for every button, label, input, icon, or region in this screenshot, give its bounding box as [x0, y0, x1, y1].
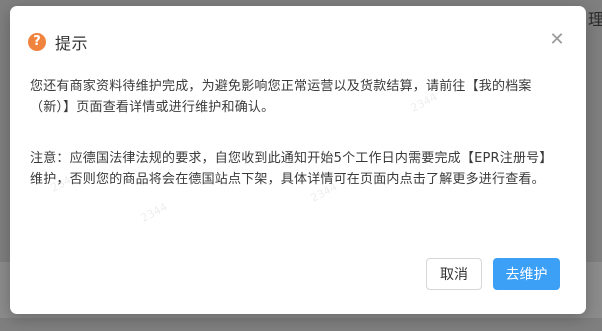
dialog-header: ? 提示	[28, 30, 88, 54]
close-icon[interactable]: ✕	[548, 31, 566, 49]
notice-paragraph-2: 注意：应德国法律法规的要求，自您收到此通知开始5个工作日内需要完成【EPR注册号…	[30, 151, 553, 187]
dialog-title: 提示	[55, 34, 89, 53]
dialog-footer: 取消 去维护	[426, 258, 560, 290]
watermark: 2344	[138, 200, 170, 225]
question-warning-icon: ?	[28, 33, 46, 51]
cancel-button[interactable]: 取消	[426, 258, 482, 290]
notice-paragraph-1: 您还有商家资料待维护完成，为避免影响您正常运营以及货款结算，请前往【我的档案（新…	[30, 79, 532, 115]
notice-dialog: 2344 2344 2344 2344 ? 提示 ✕ 您还有商家资料待维护完成，…	[10, 6, 586, 314]
background-partial-text: 理	[588, 10, 602, 29]
go-maintain-button[interactable]: 去维护	[493, 258, 560, 290]
